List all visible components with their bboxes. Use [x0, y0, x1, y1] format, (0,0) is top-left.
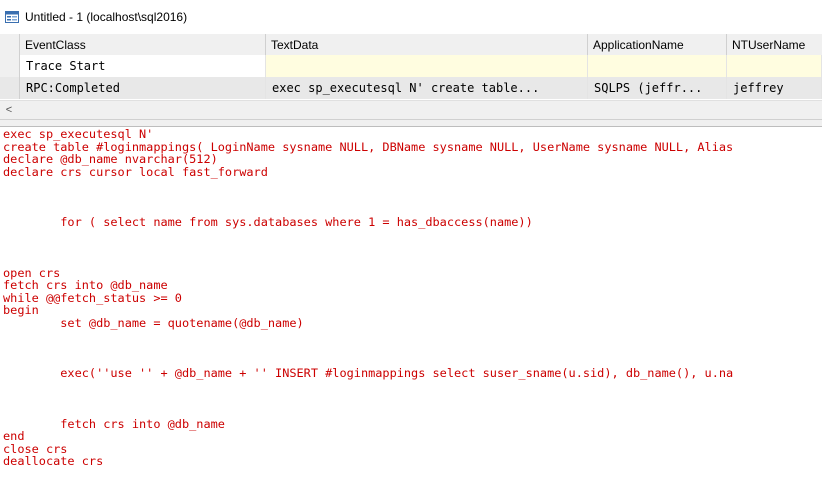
- table-row[interactable]: Trace Start: [0, 55, 822, 77]
- grid-header-row: EventClass TextData ApplicationName NTUs…: [0, 34, 822, 57]
- code-line: for ( select name from sys.databases whe…: [3, 215, 533, 230]
- code-line: deallocate crs: [3, 454, 104, 469]
- trace-events-grid[interactable]: EventClass TextData ApplicationName NTUs…: [0, 34, 822, 102]
- cell-eventclass[interactable]: RPC:Completed: [20, 77, 266, 99]
- header-corner: [0, 34, 20, 56]
- cell-ntusername[interactable]: jeffrey: [727, 77, 822, 99]
- profiler-trace-icon: [5, 10, 19, 24]
- cell-eventclass[interactable]: Trace Start: [20, 55, 266, 77]
- textdata-detail-pane[interactable]: exec sp_executesql N' create table #logi…: [0, 127, 822, 479]
- table-row-selected[interactable]: RPC:Completed exec sp_executesql N' crea…: [0, 77, 822, 99]
- column-header-textdata[interactable]: TextData: [266, 34, 588, 56]
- row-indicator: [0, 55, 20, 77]
- column-header-applicationname[interactable]: ApplicationName: [588, 34, 727, 56]
- pane-splitter[interactable]: [0, 120, 822, 127]
- window-title: Untitled - 1 (localhost\sql2016): [25, 10, 188, 24]
- code-line: set @db_name = quotename(@db_name): [3, 315, 304, 330]
- cell-textdata[interactable]: [266, 55, 588, 77]
- code-line: declare crs cursor local fast_forward: [3, 164, 268, 179]
- column-header-eventclass[interactable]: EventClass: [20, 34, 266, 56]
- cell-textdata[interactable]: exec sp_executesql N' create table...: [266, 77, 588, 99]
- column-header-ntusername[interactable]: NTUserName: [727, 34, 822, 56]
- row-indicator: [0, 77, 20, 99]
- horizontal-scrollbar[interactable]: <: [0, 100, 822, 120]
- cell-ntusername[interactable]: [727, 55, 822, 77]
- sql-text: exec sp_executesql N' create table #logi…: [3, 128, 733, 468]
- cell-applicationname[interactable]: [588, 55, 727, 77]
- cell-applicationname[interactable]: SQLPS (jeffr...: [588, 77, 727, 99]
- code-line: fetch crs into @db_name: [3, 416, 225, 431]
- title-bar: Untitled - 1 (localhost\sql2016): [0, 0, 822, 35]
- code-line: exec(''use '' + @db_name + '' INSERT #lo…: [3, 366, 734, 381]
- scroll-left-arrow-icon[interactable]: <: [0, 101, 18, 119]
